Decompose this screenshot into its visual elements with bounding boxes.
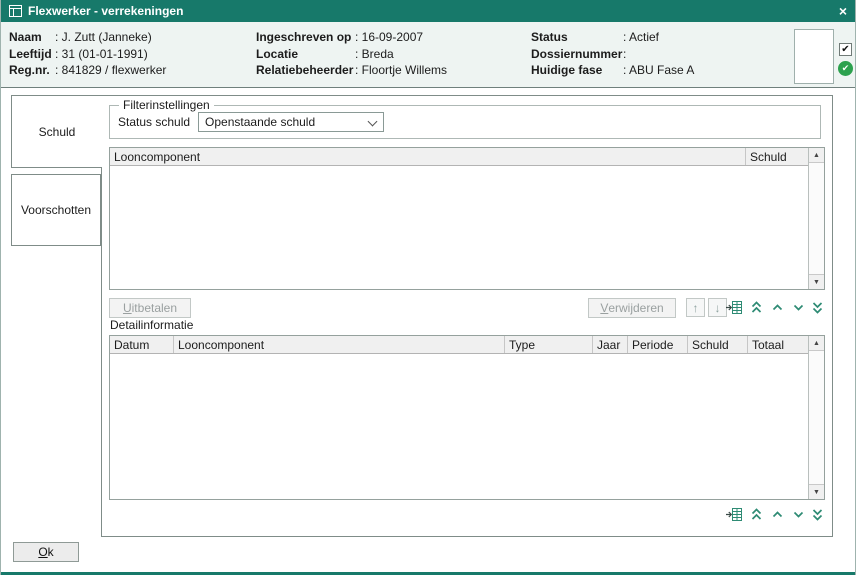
schuld-table: Looncomponent Schuld ▲ ▼ <box>109 147 825 290</box>
photo-placeholder <box>794 29 834 84</box>
detail-table-scrollbar[interactable]: ▲ ▼ <box>808 336 824 499</box>
schuld-table-body[interactable] <box>110 166 808 289</box>
status-schuld-label: Status schuld <box>118 115 190 129</box>
navigate-prev-icon[interactable] <box>768 299 786 316</box>
check-icon: ✔ <box>841 44 849 55</box>
field-value: : 16-09-2007 <box>355 30 423 44</box>
window-title: Flexwerker - verrekeningen <box>28 4 183 18</box>
schuld-table-scrollbar[interactable]: ▲ ▼ <box>808 148 824 289</box>
field-label: Relatiebeheerder <box>256 63 355 77</box>
arrow-down-icon: ↓ <box>715 301 721 315</box>
tab-voorschotten[interactable]: Voorschotten <box>11 174 101 246</box>
grid-export-icon[interactable] <box>725 506 743 523</box>
arrow-up-icon: ↑ <box>693 301 699 315</box>
status-ok-icon: ✔ <box>838 61 853 76</box>
ok-key: O <box>38 545 47 559</box>
tab-label: Schuld <box>39 125 76 139</box>
close-icon[interactable]: × <box>839 4 847 18</box>
column-header-periode: Periode <box>628 336 688 353</box>
ok-rest: k <box>48 545 54 559</box>
field-label: Reg.nr. <box>9 63 55 77</box>
uitbetalen-key: U <box>123 301 132 315</box>
app-icon <box>9 5 22 17</box>
column-header-schuld: Schuld <box>688 336 748 353</box>
verwijderen-rest: erwijderen <box>608 301 663 315</box>
field-value: : ABU Fase A <box>623 63 694 77</box>
column-header-looncomponent: Looncomponent <box>174 336 505 353</box>
filter-groupbox: Filterinstellingen Status schuld Opensta… <box>109 105 821 139</box>
employee-header: Naam: J. Zutt (Janneke) Leeftijd: 31 (01… <box>1 22 855 88</box>
flexwerker-window: Flexwerker - verrekeningen × Naam: J. Zu… <box>0 0 856 575</box>
navigate-next-icon[interactable] <box>789 299 807 316</box>
detailinformatie-label: Detailinformatie <box>110 318 193 332</box>
column-header-datum: Datum <box>110 336 174 353</box>
field-label: Status <box>531 30 623 44</box>
field-label: Leeftijd <box>9 47 55 61</box>
groupbox-legend: Filterinstellingen <box>119 98 214 112</box>
column-header-schuld: Schuld <box>746 148 808 165</box>
column-header-type: Type <box>505 336 593 353</box>
field-label: Ingeschreven op <box>256 30 355 44</box>
navigate-first-icon[interactable] <box>747 299 765 316</box>
header-col-3: Status: Actief Dossiernummer: Huidige fa… <box>531 29 694 79</box>
field-value: : 31 (01-01-1991) <box>55 47 148 61</box>
scrollbar-up-icon[interactable]: ▲ <box>809 148 824 163</box>
field-value: : <box>623 47 626 61</box>
field-value: : J. Zutt (Janneke) <box>55 30 152 44</box>
field-value: : 841829 / flexwerker <box>55 63 166 77</box>
ok-button[interactable]: Ok <box>13 542 79 562</box>
move-up-button[interactable]: ↑ <box>686 298 705 317</box>
scrollbar-down-icon[interactable]: ▼ <box>809 274 824 289</box>
field-label: Naam <box>9 30 55 44</box>
field-value: : Breda <box>355 47 394 61</box>
navigate-prev-icon[interactable] <box>768 506 786 523</box>
navigate-last-icon[interactable] <box>808 506 826 523</box>
uitbetalen-button[interactable]: Uitbetalen <box>109 298 191 318</box>
field-value: : Floortje Willems <box>355 63 447 77</box>
verwijderen-key: V <box>600 301 608 315</box>
verwijderen-button[interactable]: Verwijderen <box>588 298 676 318</box>
field-label: Huidige fase <box>531 63 623 77</box>
schuld-panel: Filterinstellingen Status schuld Opensta… <box>101 95 833 537</box>
check-icon: ✔ <box>842 63 850 74</box>
titlebar[interactable]: Flexwerker - verrekeningen × <box>1 0 855 22</box>
field-value: : Actief <box>623 30 659 44</box>
chevron-down-icon <box>368 117 378 127</box>
header-col-2: Ingeschreven op: 16-09-2007 Locatie: Bre… <box>256 29 447 79</box>
column-header-looncomponent: Looncomponent <box>110 148 746 165</box>
tab-label: Voorschotten <box>21 203 91 217</box>
checkbox[interactable]: ✔ <box>839 43 852 56</box>
column-header-totaal: Totaal <box>748 336 808 353</box>
detail-table-header: Datum Looncomponent Type Jaar Periode Sc… <box>110 336 808 354</box>
scrollbar-up-icon[interactable]: ▲ <box>809 336 824 351</box>
detail-table: Datum Looncomponent Type Jaar Periode Sc… <box>109 335 825 500</box>
grid-export-icon[interactable] <box>725 299 743 316</box>
field-label: Dossiernummer <box>531 47 623 61</box>
navigate-next-icon[interactable] <box>789 506 807 523</box>
navigate-first-icon[interactable] <box>747 506 765 523</box>
detail-table-body[interactable] <box>110 354 808 499</box>
field-label: Locatie <box>256 47 355 61</box>
scrollbar-down-icon[interactable]: ▼ <box>809 484 824 499</box>
schuld-table-header: Looncomponent Schuld <box>110 148 808 166</box>
status-schuld-select[interactable]: Openstaande schuld <box>198 112 384 132</box>
uitbetalen-rest: itbetalen <box>132 301 177 315</box>
navigate-last-icon[interactable] <box>808 299 826 316</box>
selected-option: Openstaande schuld <box>205 115 315 129</box>
header-col-1: Naam: J. Zutt (Janneke) Leeftijd: 31 (01… <box>9 29 166 79</box>
column-header-jaar: Jaar <box>593 336 628 353</box>
tab-schuld[interactable]: Schuld <box>11 95 102 168</box>
